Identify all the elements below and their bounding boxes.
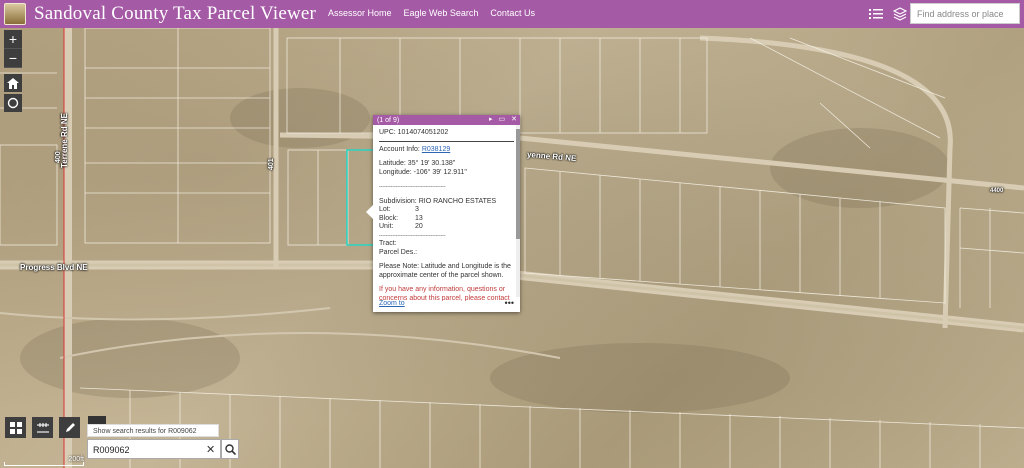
home-button[interactable]: [4, 74, 22, 92]
search-toggle[interactable]: [88, 416, 106, 424]
search-button[interactable]: [221, 439, 239, 459]
popup-header: (1 of 9) ▸ ▭ ✕: [373, 115, 520, 125]
popup-scrollbar[interactable]: [516, 125, 520, 297]
parcel-search-input[interactable]: R009062: [87, 439, 221, 459]
scale-label: 200ft: [68, 456, 84, 463]
popup-counter: (1 of 9): [377, 116, 400, 124]
divider-text-2: ----------------------------------------: [379, 232, 446, 239]
legend-list-icon[interactable]: [868, 6, 884, 22]
popup-body: UPC: 1014074051202 Account Info: R038129…: [373, 125, 520, 301]
app-title: Sandoval County Tax Parcel Viewer: [34, 3, 317, 24]
popup-pointer: [366, 205, 373, 219]
latitude-text: Latitude: 35° 19' 30.138": [379, 160, 456, 167]
divider-text: ----------------------------------------: [379, 184, 446, 190]
upc-text: UPC: 1014074051202: [379, 129, 449, 136]
contact-notice: If you have any information, questions o…: [379, 286, 510, 301]
zoom-out-button[interactable]: −: [4, 49, 22, 68]
road-label-progress: Progress Blvd NE: [20, 263, 88, 272]
nav-eagle-web-search[interactable]: Eagle Web Search: [404, 8, 479, 18]
zoom-in-button[interactable]: +: [4, 30, 22, 49]
layers-icon[interactable]: [892, 6, 908, 22]
road-label-400: 400: [55, 151, 62, 163]
search-icon: [224, 443, 236, 455]
parcel-popup: (1 of 9) ▸ ▭ ✕ UPC: 1014074051202 Accoun…: [366, 115, 520, 312]
parcel-des-text: Parcel Des.:: [379, 248, 418, 256]
subdivision-text: Subdivision: RIO RANCHO ESTATES: [379, 197, 497, 205]
nav-contact-us[interactable]: Contact Us: [490, 8, 535, 18]
home-icon: [7, 77, 19, 89]
unit-row: Unit: 20: [379, 223, 423, 230]
bottom-toolbar: [5, 417, 80, 438]
next-feature-icon[interactable]: ▸: [489, 115, 493, 123]
block-row: Block: 13: [379, 214, 423, 222]
county-seal-logo: [4, 3, 26, 25]
locate-button[interactable]: [4, 94, 22, 112]
measure-button[interactable]: [32, 417, 53, 438]
app-header: Sandoval County Tax Parcel Viewer Assess…: [0, 0, 1024, 28]
scale-bar: 200ft: [4, 456, 84, 466]
lot-row: Lot: 3: [379, 206, 419, 213]
draw-button[interactable]: [59, 417, 80, 438]
road-label-4400: 4400: [990, 188, 1004, 194]
tract-text: Tract:: [379, 240, 397, 247]
grid-icon: [9, 421, 22, 434]
account-link[interactable]: R038129: [422, 146, 450, 153]
maximize-icon[interactable]: ▭: [499, 115, 506, 123]
nav-assessor-home[interactable]: Assessor Home: [328, 8, 392, 18]
more-actions-button[interactable]: •••: [505, 298, 514, 308]
search-results-hint[interactable]: Show search results for R009062: [87, 424, 219, 437]
note-text: Please Note: Latitude and Longitude is t…: [379, 263, 511, 279]
selected-parcel-outline[interactable]: [346, 149, 376, 246]
pencil-icon: [65, 422, 75, 432]
longitude-text: Longitude: -106° 39' 12.911": [379, 168, 467, 176]
road-label-401: 401: [268, 158, 275, 170]
find-address-input[interactable]: Find address or place: [910, 3, 1020, 24]
locate-icon: [7, 97, 19, 109]
zoom-to-link[interactable]: Zoom to: [379, 300, 405, 307]
clear-search-icon[interactable]: ✕: [206, 443, 215, 456]
header-nav: Assessor Home Eagle Web Search Contact U…: [328, 8, 535, 18]
account-info: Account Info: R038129: [379, 145, 451, 153]
close-icon[interactable]: ✕: [511, 115, 517, 123]
zoom-controls: + −: [4, 30, 22, 112]
measure-icon: [36, 422, 49, 433]
basemap-gallery-button[interactable]: [5, 417, 26, 438]
